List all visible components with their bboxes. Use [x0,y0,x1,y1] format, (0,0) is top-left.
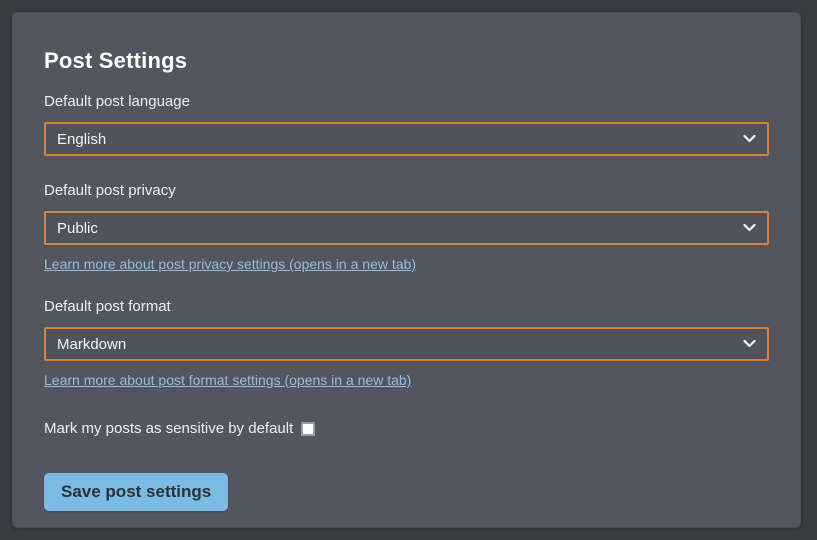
post-settings-panel: Post Settings Default post language Engl… [12,12,801,528]
field-default-post-format: Default post format Markdown Learn more … [44,297,769,390]
sensitive-checkbox-row: Mark my posts as sensitive by default [44,420,769,437]
language-select-wrap: English [44,122,769,156]
privacy-learn-more-link[interactable]: Learn more about post privacy settings (… [44,256,416,272]
privacy-select-wrap: Public [44,211,769,245]
format-select[interactable]: Markdown [44,327,769,361]
field-default-post-privacy: Default post privacy Public Learn more a… [44,181,769,274]
language-label: Default post language [44,92,769,112]
field-default-post-language: Default post language English [44,92,769,156]
sensitive-checkbox[interactable] [301,422,315,436]
sensitive-label: Mark my posts as sensitive by default [44,420,293,437]
privacy-select[interactable]: Public [44,211,769,245]
privacy-label: Default post privacy [44,181,769,201]
format-select-wrap: Markdown [44,327,769,361]
save-post-settings-button[interactable]: Save post settings [44,473,228,511]
language-select[interactable]: English [44,122,769,156]
format-learn-more-link[interactable]: Learn more about post format settings (o… [44,372,411,388]
page-title: Post Settings [44,48,769,74]
format-label: Default post format [44,297,769,317]
